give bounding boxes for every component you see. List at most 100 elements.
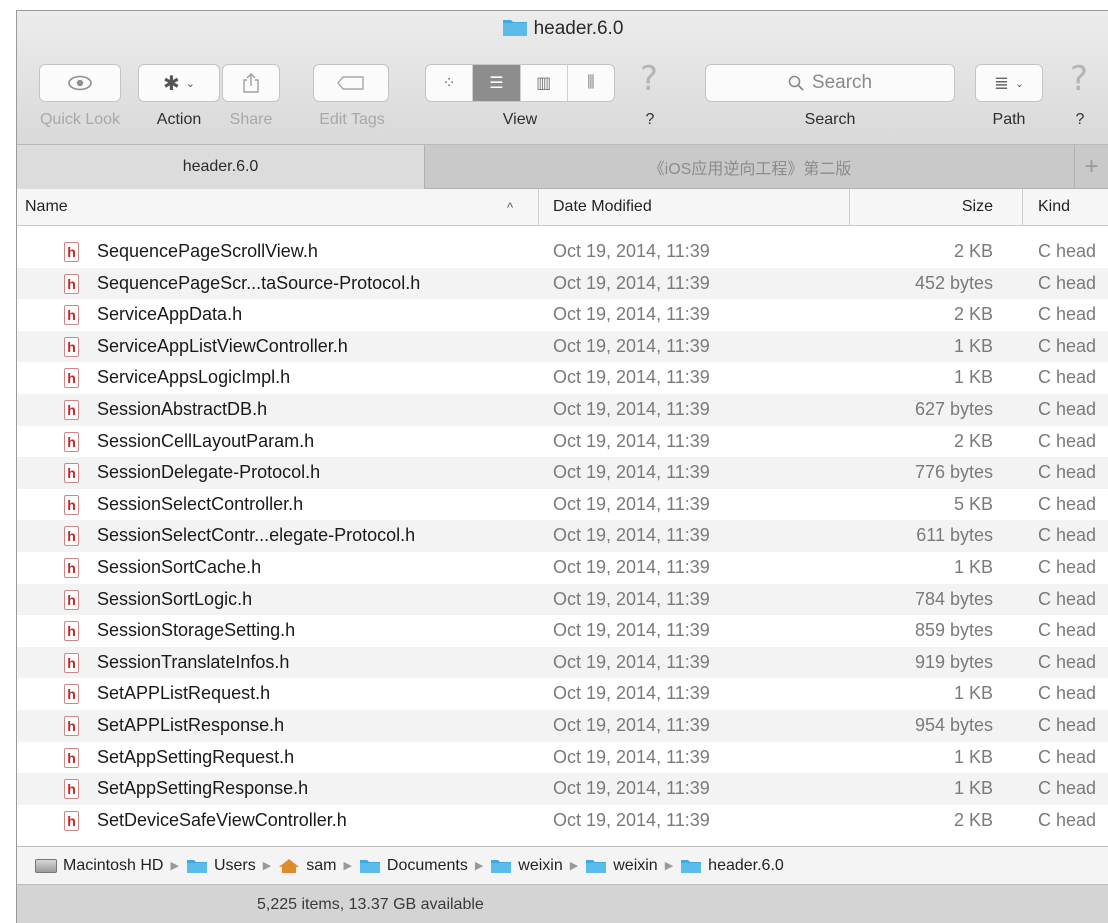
file-row[interactable]: h ServiceAppListViewController.h Oct 19, 2…: [17, 330, 1108, 363]
list-view-button[interactable]: ☰: [473, 65, 521, 101]
file-size: 776 bytes: [914, 462, 993, 483]
path-item-label: weixin: [518, 856, 563, 874]
column-name-label: Name: [25, 198, 68, 215]
file-size: 5 KB: [953, 493, 993, 514]
path-item-users[interactable]: Users: [186, 857, 256, 875]
action-button[interactable]: ✱ ⌄: [138, 64, 220, 102]
file-date-modified: Oct 19, 2014, 11:39: [553, 525, 710, 546]
file-row[interactable]: h SessionDelegate-Protocol.h Oct 19, 2014,…: [17, 457, 1108, 489]
file-kind: C head: [1038, 399, 1097, 419]
file-row[interactable]: h SessionStorageSetting.h Oct 19, 2014, 11…: [17, 615, 1108, 647]
file-date-modified: Oct 19, 2014, 11:39: [553, 462, 710, 483]
file-size: 1 KB: [953, 746, 993, 767]
file-row[interactable]: h SequencePageScr...taSource-Protocol.h Oc…: [17, 267, 1108, 300]
header-file-icon: h: [64, 526, 79, 547]
plus-icon: +: [1084, 153, 1099, 180]
file-row[interactable]: h SetAppSettingResponse.h Oct 19, 2014, 11…: [17, 773, 1108, 805]
file-row[interactable]: h SessionSortCache.h Oct 19, 2014, 11:39 1 …: [17, 552, 1108, 584]
file-size: 1 KB: [953, 367, 993, 388]
file-size: 2 KB: [953, 430, 993, 451]
column-divider[interactable]: [538, 189, 539, 225]
file-date-modified: Oct 19, 2014, 11:39: [553, 272, 710, 293]
path-separator-icon: ▶: [664, 860, 674, 872]
file-name: SetDeviceSafeViewController.h: [97, 809, 347, 830]
file-name: SessionStorageSetting.h: [97, 620, 296, 641]
path-item-label: weixin: [613, 856, 658, 874]
folder-icon: [586, 859, 607, 873]
edit-tags-label: Edit Tags: [319, 111, 385, 128]
file-size: 611 bytes: [916, 525, 993, 546]
file-row[interactable]: h SessionCellLayoutParam.h Oct 19, 2014, 1…: [17, 426, 1108, 458]
cover-flow-button[interactable]: ⫼: [568, 65, 614, 101]
column-size[interactable]: Size: [962, 189, 993, 225]
share-button[interactable]: [222, 64, 280, 102]
column-date-modified[interactable]: Date Modified: [553, 189, 652, 225]
file-row[interactable]: h SetAPPListResponse.h Oct 19, 2014, 11:39…: [17, 710, 1108, 742]
column-name[interactable]: Name: [25, 189, 68, 225]
file-kind: C head: [1038, 304, 1097, 325]
path-item-macintosh-hd[interactable]: Macintosh HD: [35, 857, 163, 875]
file-row[interactable]: h SessionAbstractDB.h Oct 19, 2014, 11:39 6…: [17, 394, 1108, 426]
tab-header[interactable]: header.6.0: [17, 145, 425, 189]
sort-ascending-icon: ^: [507, 199, 514, 215]
file-list: h SequencePageScrollView.h Oct 19, 2014, 1…: [17, 226, 1108, 851]
header-file-icon: h: [64, 810, 79, 831]
path-item-header[interactable]: header.6.0: [680, 857, 784, 875]
file-row[interactable]: h SessionTranslateInfos.h Oct 19, 2014, 11…: [17, 646, 1108, 679]
header-file-icon: h: [64, 621, 79, 642]
status-text: 5,225 items, 13.37 GB available: [257, 895, 484, 913]
file-name: SetAPPListResponse.h: [97, 715, 285, 735]
file-date-modified: Oct 19, 2014, 11:39: [553, 809, 710, 830]
columns-icon: ▥: [536, 75, 552, 92]
file-row[interactable]: h ServiceAppData.h Oct 19, 2014, 11:39 2 KB…: [17, 299, 1108, 331]
file-row[interactable]: h SetAppSettingRequest.h Oct 19, 2014, 11:…: [17, 742, 1108, 774]
file-name: SessionSelectContr...elegate-Protocol.h: [97, 525, 416, 546]
new-tab-button[interactable]: +: [1074, 145, 1108, 189]
icon-view-button[interactable]: ⁘: [426, 65, 474, 101]
help-icon-2[interactable]: ?: [1070, 59, 1088, 99]
quick-look-button[interactable]: [39, 64, 121, 102]
file-row[interactable]: h ServiceAppsLogicImpl.h Oct 19, 2014, 11:…: [17, 362, 1108, 394]
file-row[interactable]: h SetAPPListRequest.h Oct 19, 2014, 11:39 1…: [17, 678, 1108, 710]
header-file-icon: h: [64, 273, 79, 294]
column-divider[interactable]: [1022, 189, 1023, 225]
file-date-modified: Oct 19, 2014, 11:39: [553, 746, 710, 767]
help-icon[interactable]: ?: [640, 59, 658, 99]
path-item-documents[interactable]: Documents: [359, 857, 468, 875]
column-header: Name ^ Date Modified Size Kind: [17, 189, 1108, 226]
column-kind[interactable]: Kind: [1038, 189, 1070, 225]
header-file-icon: h: [64, 652, 79, 673]
tab-label: 《iOS应用逆向工程》第二版: [648, 161, 852, 178]
path-item-weixin-2[interactable]: weixin: [585, 856, 658, 875]
edit-tags-button[interactable]: [313, 64, 389, 102]
file-kind: C head: [1038, 335, 1097, 356]
file-date-modified: Oct 19, 2014, 11:39: [553, 620, 710, 641]
help-label-2: ?: [1075, 111, 1085, 128]
folder-icon: [491, 859, 512, 873]
file-row[interactable]: h SessionSelectContr...elegate-Protocol.h…: [17, 520, 1108, 552]
path-item-weixin[interactable]: weixin: [490, 856, 563, 875]
tag-icon: [337, 76, 364, 90]
file-date-modified: Oct 19, 2014, 11:39: [553, 778, 710, 799]
path-item-sam[interactable]: sam: [278, 857, 336, 875]
file-row[interactable]: h SetDeviceSafeViewController.h Oct 19, 20…: [17, 805, 1108, 837]
tab-bar: header.6.0 《iOS应用逆向工程》第二版 +: [17, 144, 1108, 189]
path-button[interactable]: ≣ ⌄: [975, 64, 1043, 102]
quick-look-label: Quick Look: [39, 111, 121, 128]
column-divider[interactable]: [849, 189, 850, 225]
file-date-modified: Oct 19, 2014, 11:39: [553, 241, 710, 261]
file-row[interactable]: h SequencePageScrollView.h Oct 19, 2014, 1…: [17, 236, 1108, 268]
file-kind: C head: [1038, 241, 1097, 261]
file-row[interactable]: h SessionSelectController.h Oct 19, 2014, …: [17, 489, 1108, 521]
path-bar: Macintosh HD ▶ Users ▶ sam ▶ Documents ▶…: [17, 846, 1108, 884]
tab-ios-book[interactable]: 《iOS应用逆向工程》第二版: [425, 145, 1075, 189]
file-name: SessionAbstractDB.h: [97, 399, 268, 419]
file-row[interactable]: h SessionSortLogic.h Oct 19, 2014, 11:39 78…: [17, 583, 1108, 616]
search-field[interactable]: Search: [705, 64, 955, 102]
file-date-modified: Oct 19, 2014, 11:39: [553, 588, 710, 609]
file-kind: C head: [1038, 715, 1097, 735]
header-file-icon: h: [64, 494, 79, 515]
eye-icon: [68, 75, 92, 91]
column-view-button[interactable]: ▥: [521, 65, 568, 101]
path-item-label: Documents: [386, 856, 468, 874]
